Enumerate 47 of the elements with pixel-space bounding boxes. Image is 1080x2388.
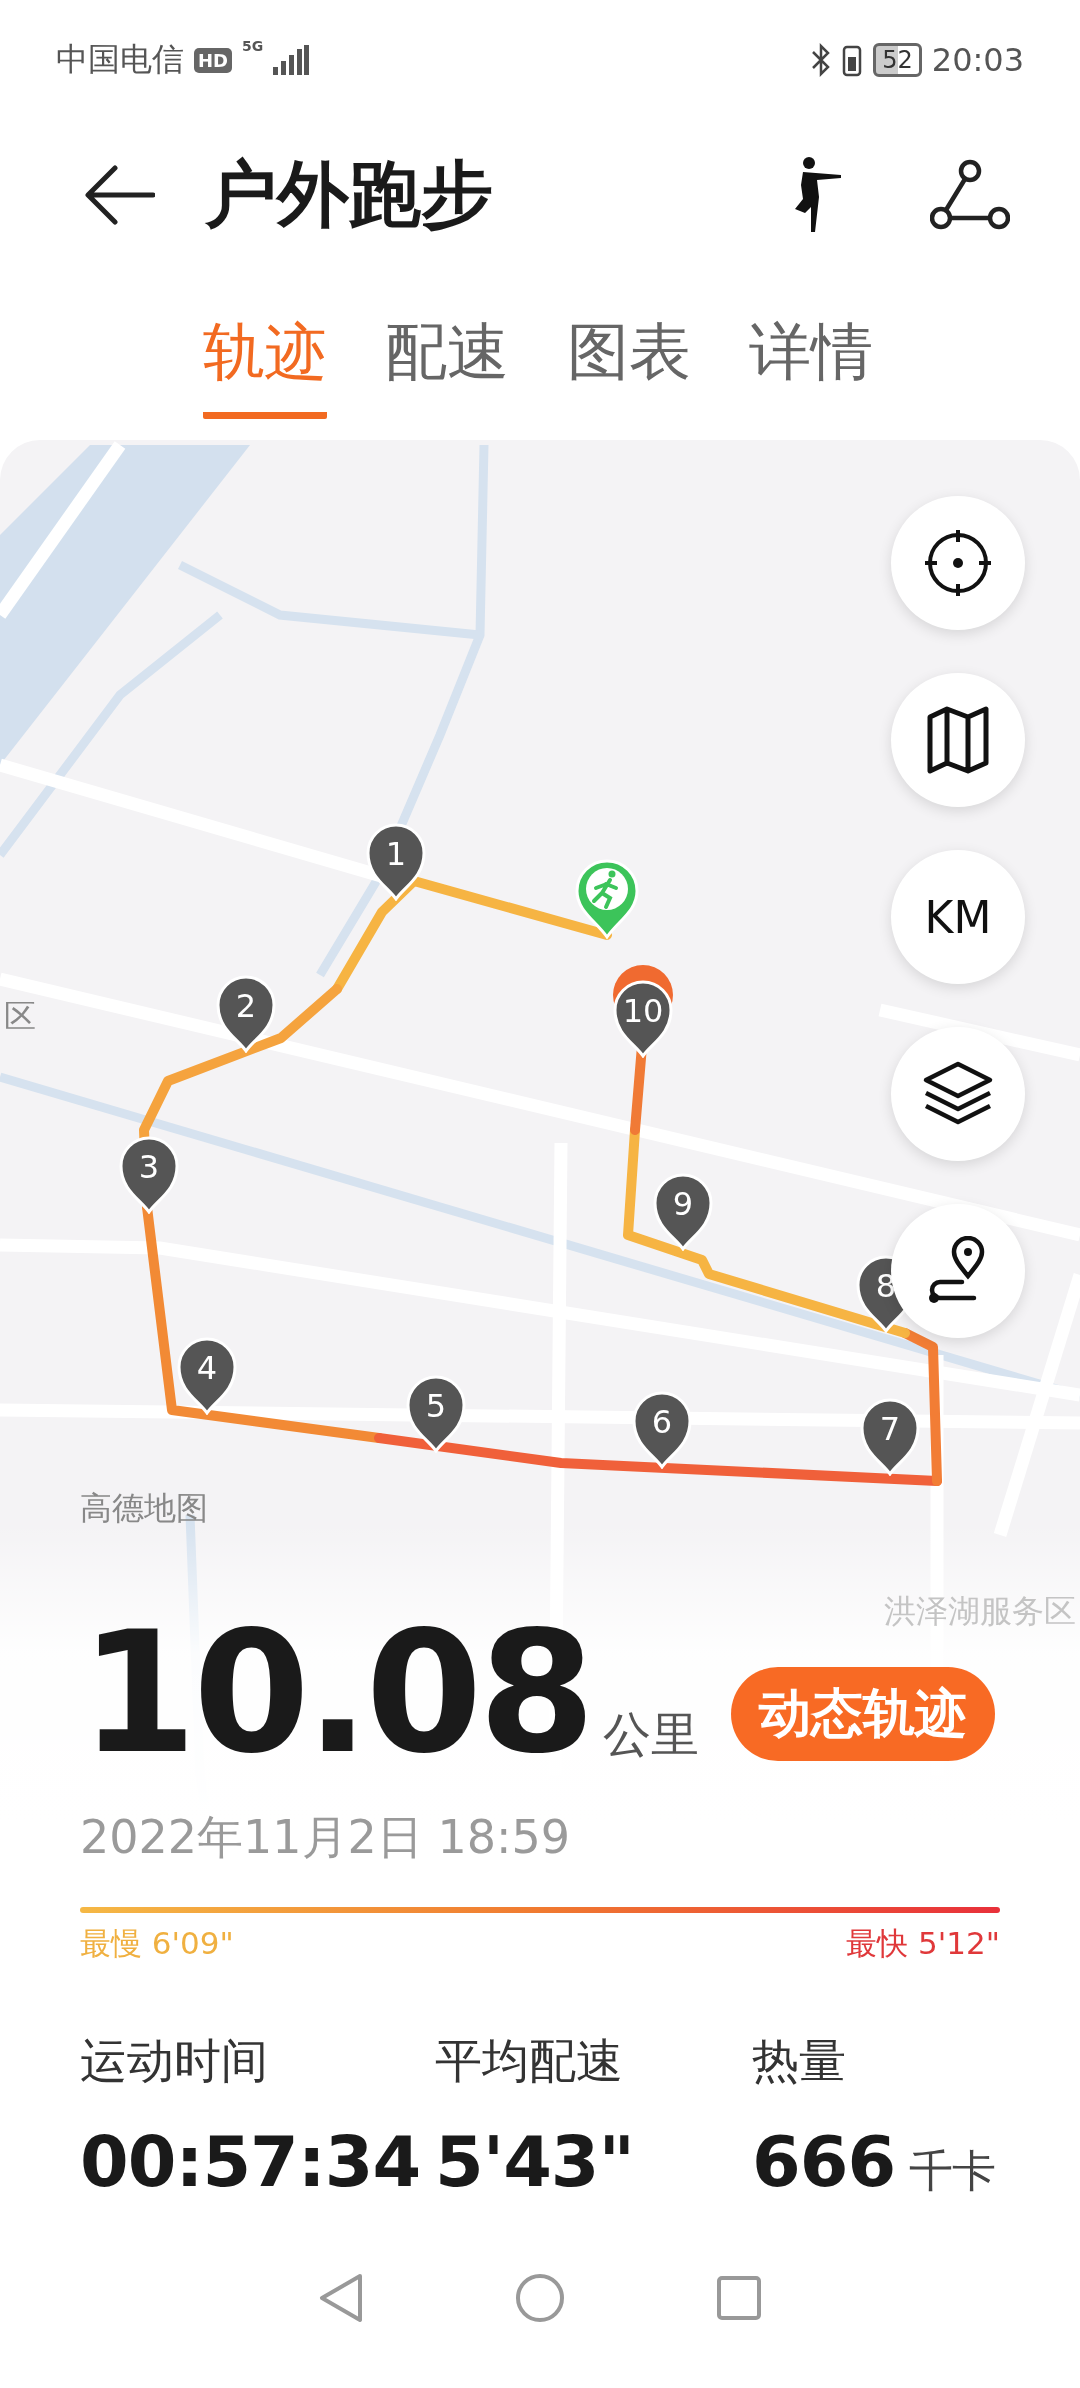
- home-nav-icon[interactable]: [514, 2272, 566, 2324]
- km-marker: 2: [214, 973, 278, 1053]
- carrier-name: 中国电信: [56, 39, 184, 80]
- stat-value: 666: [752, 2121, 896, 2204]
- unit-button[interactable]: KM: [891, 850, 1025, 984]
- start-pin-icon: [575, 859, 639, 939]
- stat-value: 00:57:34: [80, 2121, 421, 2204]
- map-label: 洪泽湖服务区: [884, 1591, 1076, 1632]
- km-marker: 10: [611, 978, 675, 1058]
- stat-unit: 千卡: [909, 2144, 996, 2199]
- km-marker: 3: [117, 1134, 181, 1214]
- km-marker: 6: [630, 1389, 694, 1469]
- clock-time: 20:03: [931, 41, 1024, 79]
- tab[interactable]: 图表: [567, 310, 691, 419]
- track-replay-button[interactable]: 动态轨迹: [731, 1667, 995, 1762]
- km-marker: 7: [858, 1396, 922, 1476]
- workout-date: 2022年11月2日 18:59: [80, 1809, 572, 1867]
- fastest-pace: 最快 5'12": [846, 1924, 1000, 1964]
- bluetooth-icon: [811, 43, 832, 77]
- vibrate-icon: [841, 43, 864, 77]
- network-type: 5G: [242, 38, 264, 54]
- km-marker: 5: [404, 1373, 468, 1453]
- tab[interactable]: 配速: [385, 310, 509, 419]
- page-title: 户外跑步: [205, 151, 494, 238]
- stat-label: 平均配速: [435, 2032, 624, 2091]
- back-arrow-icon[interactable]: [85, 164, 155, 226]
- back-nav-icon[interactable]: [318, 2272, 364, 2324]
- locate-icon: [923, 528, 993, 598]
- km-marker: 9: [651, 1171, 715, 1251]
- tab[interactable]: 详情: [749, 310, 873, 419]
- tab[interactable]: 轨迹: [203, 310, 327, 419]
- km-marker: 1: [364, 821, 428, 901]
- map-label: 高德地图: [80, 1488, 208, 1529]
- map-icon: [926, 705, 990, 775]
- distance-unit: 公里: [603, 1705, 701, 1765]
- network-badge: HD: [194, 47, 232, 73]
- stat-label: 运动时间: [80, 2032, 269, 2091]
- share-icon[interactable]: [930, 159, 1010, 231]
- recent-apps-icon[interactable]: [716, 2275, 762, 2321]
- km-marker: 4: [175, 1335, 239, 1415]
- slowest-pace: 最慢 6'09": [80, 1924, 234, 1964]
- map-label: 区: [4, 996, 36, 1037]
- signal-icon: [273, 45, 310, 75]
- battery-level: 52: [873, 43, 922, 77]
- stat-value: 5'43": [435, 2121, 635, 2204]
- stat-label: 热量: [752, 2032, 847, 2091]
- distance-value: 10.08: [80, 1618, 592, 1770]
